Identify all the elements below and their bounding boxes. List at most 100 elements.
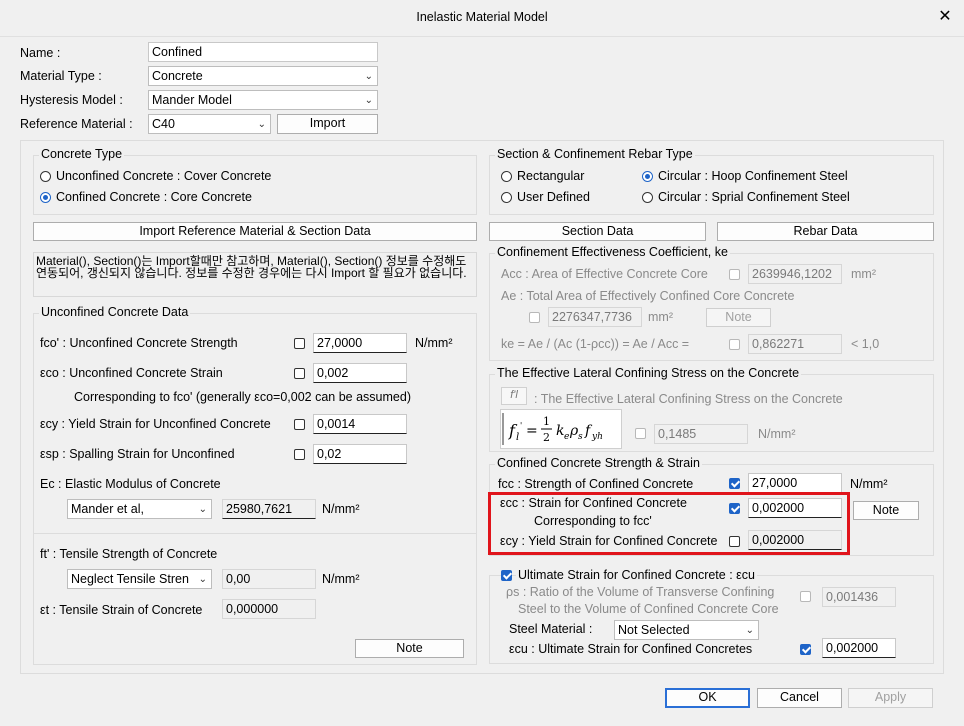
reference-material-value: C40: [152, 117, 175, 131]
svg-text:=: =: [526, 423, 538, 439]
hysteresis-label: Hysteresis Model :: [20, 93, 123, 107]
unconfined-data-title: Unconfined Concrete Data: [39, 305, 191, 319]
esp-checkbox[interactable]: [294, 449, 305, 460]
reference-material-select[interactable]: C40 ⌄: [148, 114, 271, 134]
svg-text:l: l: [516, 432, 519, 443]
fco-label: fco' : Unconfined Concrete Strength: [40, 336, 238, 350]
ecu-checkbox[interactable]: [800, 644, 811, 655]
chevron-down-icon: ⌄: [198, 574, 207, 585]
fcc-checkbox[interactable]: [729, 478, 740, 489]
esp-input[interactable]: 0,02: [313, 444, 407, 464]
steel-material-select[interactable]: Not Selected ⌄: [614, 620, 759, 640]
ecy-unconfined-checkbox[interactable]: [294, 419, 305, 430]
import-button[interactable]: Import: [277, 114, 378, 134]
ok-button[interactable]: OK: [665, 688, 750, 708]
ke-label: ke = Ae / (Ac (1-ρcc)) = Ae / Acc =: [501, 337, 690, 351]
ae-input[interactable]: 2276347,7736: [548, 307, 642, 327]
fco-checkbox[interactable]: [294, 338, 305, 349]
rho-label-sub: Steel to the Volume of Confined Concrete…: [518, 602, 779, 616]
fcc-label: fcc : Strength of Confined Concrete: [498, 477, 694, 491]
fl-checkbox[interactable]: [635, 428, 646, 439]
ecu-input[interactable]: 0,002000: [822, 638, 896, 658]
eco-input[interactable]: 0,002: [313, 363, 407, 383]
section-rebar-title: Section & Confinement Rebar Type: [495, 147, 695, 161]
rebar-data-button[interactable]: Rebar Data: [717, 222, 934, 241]
rho-checkbox[interactable]: [800, 591, 811, 602]
fl-description: : The Effective Lateral Confining Stress…: [534, 392, 843, 406]
rectangular-radio[interactable]: [501, 171, 512, 182]
et-label: εt : Tensile Strain of Concrete: [40, 603, 203, 617]
user-defined-label: User Defined: [517, 190, 590, 204]
hoop-label: Circular : Hoop Confinement Steel: [658, 169, 848, 183]
unconfined-radio[interactable]: [40, 171, 51, 182]
unconfined-radio-label: Unconfined Concrete : Cover Concrete: [56, 169, 272, 183]
fcc-input[interactable]: 27,0000: [748, 473, 842, 493]
ke-input[interactable]: 0,862271: [748, 334, 842, 354]
note-button-left[interactable]: Note: [355, 639, 464, 658]
acc-unit: mm²: [851, 267, 876, 281]
ecy-unconfined-input[interactable]: 0,0014: [313, 414, 407, 434]
eco-checkbox[interactable]: [294, 368, 305, 379]
fco-input[interactable]: 27,0000: [313, 333, 407, 353]
ft-unit: N/mm²: [322, 572, 360, 586]
ec-method-select[interactable]: Mander et al, ⌄: [67, 499, 212, 519]
material-type-select[interactable]: Concrete ⌄: [148, 66, 378, 86]
ecy-unconfined-label: εcy : Yield Strain for Unconfined Concre…: [40, 417, 271, 431]
window-title: Inelastic Material Model: [416, 10, 548, 24]
ae-label: Ae : Total Area of Effectively Confined …: [501, 289, 795, 303]
esp-label: εsp : Spalling Strain for Unconfined: [40, 447, 235, 461]
concrete-type-title: Concrete Type: [39, 147, 125, 161]
note-button-ae[interactable]: Note: [706, 308, 771, 327]
ec-label: Ec : Elastic Modulus of Concrete: [40, 477, 221, 491]
hoop-radio[interactable]: [642, 171, 653, 182]
hysteresis-select[interactable]: Mander Model ⌄: [148, 90, 378, 110]
apply-button[interactable]: Apply: [848, 688, 933, 708]
info-memo: Material(), Section()는 Import할때만 참고하며, M…: [33, 252, 477, 297]
chevron-down-icon: ⌄: [364, 71, 373, 82]
chevron-down-icon: ⌄: [745, 625, 754, 636]
ke-checkbox[interactable]: [729, 339, 740, 350]
close-icon[interactable]: ✕: [934, 6, 956, 28]
chevron-down-icon: ⌄: [257, 119, 266, 130]
lateral-stress-title: The Effective Lateral Confining Stress o…: [495, 366, 802, 380]
acc-checkbox[interactable]: [729, 269, 740, 280]
spiral-label: Circular : Sprial Confinement Steel: [658, 190, 850, 204]
svg-text:2: 2: [543, 431, 550, 444]
ecu-label: εcu : Ultimate Strain for Confined Concr…: [509, 642, 753, 656]
steel-material-value: Not Selected: [618, 623, 690, 637]
ft-method-value: Neglect Tensile Stren: [71, 572, 189, 586]
rho-input[interactable]: 0,001436: [822, 587, 896, 607]
steel-material-label: Steel Material :: [509, 622, 593, 636]
ft-input[interactable]: 0,00: [222, 569, 316, 589]
ft-method-select[interactable]: Neglect Tensile Stren ⌄: [67, 569, 212, 589]
hysteresis-value: Mander Model: [152, 93, 232, 107]
svg-text:yh: yh: [591, 432, 603, 442]
name-input[interactable]: Confined: [148, 42, 378, 62]
fl-formula-svg: f l ' = 1 2 k e ρ s f yh: [502, 413, 603, 445]
confined-radio[interactable]: [40, 192, 51, 203]
rectangular-label: Rectangular: [517, 169, 585, 183]
ae-checkbox[interactable]: [529, 312, 540, 323]
import-reference-button[interactable]: Import Reference Material & Section Data: [33, 222, 477, 241]
material-type-value: Concrete: [152, 69, 203, 83]
material-type-label: Material Type :: [20, 69, 102, 83]
user-defined-radio[interactable]: [501, 192, 512, 203]
ultimate-checkbox[interactable]: [501, 570, 512, 581]
chevron-down-icon: ⌄: [364, 95, 373, 106]
fl-input[interactable]: 0,1485: [654, 424, 748, 444]
section-data-button[interactable]: Section Data: [489, 222, 706, 241]
acc-input[interactable]: 2639946,1202: [748, 264, 842, 284]
cancel-button[interactable]: Cancel: [757, 688, 842, 708]
ke-limit: < 1,0: [851, 337, 880, 351]
fco-unit: N/mm²: [415, 336, 453, 350]
ultimate-title: Ultimate Strain for Confined Concrete : …: [516, 568, 757, 582]
et-input[interactable]: 0,000000: [222, 599, 316, 619]
note-button-ecc[interactable]: Note: [853, 501, 919, 520]
fl-symbol: f'l: [501, 387, 527, 405]
ec-input[interactable]: 25980,7621: [222, 499, 316, 519]
spiral-radio[interactable]: [642, 192, 653, 203]
eco-label: εco : Unconfined Concrete Strain: [40, 366, 223, 380]
svg-text:1: 1: [543, 415, 550, 428]
chevron-down-icon: ⌄: [198, 504, 207, 515]
concrete-type-group: [33, 155, 477, 215]
